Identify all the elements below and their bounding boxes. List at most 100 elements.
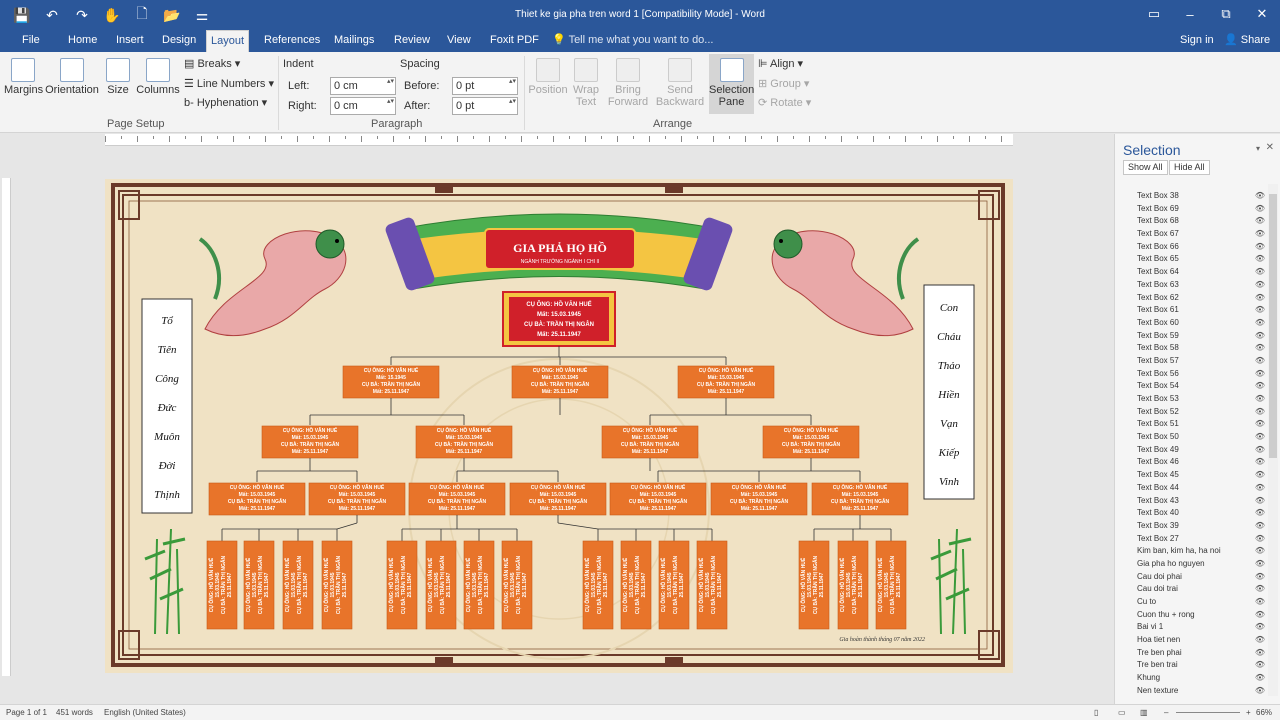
- tab-insert[interactable]: Insert: [112, 30, 148, 52]
- visibility-eye-icon[interactable]: 👁: [1255, 215, 1265, 228]
- zoom-out-icon[interactable]: –: [1164, 708, 1168, 717]
- visibility-eye-icon[interactable]: 👁: [1255, 596, 1265, 609]
- visibility-eye-icon[interactable]: 👁: [1255, 621, 1265, 634]
- maximize-button[interactable]: ⧉: [1208, 0, 1244, 28]
- visibility-eye-icon[interactable]: 👁: [1255, 342, 1265, 355]
- tab-foxit-pdf[interactable]: Foxit PDF: [486, 30, 543, 52]
- selection-list-item[interactable]: Tre ben phai 👁: [1115, 647, 1265, 660]
- selection-list-item[interactable]: Text Box 67 👁: [1115, 228, 1265, 241]
- selection-pane-button[interactable]: Selection Pane: [709, 54, 754, 114]
- zoom-level[interactable]: 66%: [1256, 708, 1272, 717]
- zoom-in-icon[interactable]: +: [1246, 708, 1251, 717]
- visibility-eye-icon[interactable]: 👁: [1255, 520, 1265, 533]
- tab-references[interactable]: References: [260, 30, 324, 52]
- rotate-button[interactable]: ⟳ Rotate ▾: [758, 96, 811, 109]
- visibility-eye-icon[interactable]: 👁: [1255, 406, 1265, 419]
- visibility-eye-icon[interactable]: 👁: [1255, 241, 1265, 254]
- sign-in-link[interactable]: Sign in: [1180, 34, 1214, 46]
- close-button[interactable]: ✕: [1244, 0, 1280, 28]
- tab-file[interactable]: File: [18, 30, 44, 52]
- selection-list-item[interactable]: Text Box 63 👁: [1115, 279, 1265, 292]
- word-count[interactable]: 451 words: [56, 708, 93, 717]
- line-numbers-button[interactable]: ☰ Line Numbers ▾: [184, 77, 274, 90]
- visibility-eye-icon[interactable]: 👁: [1255, 495, 1265, 508]
- visibility-eye-icon[interactable]: 👁: [1255, 647, 1265, 660]
- web-layout-icon[interactable]: ▥: [1140, 708, 1148, 717]
- selection-list-item[interactable]: Text Box 38 👁: [1115, 190, 1265, 203]
- visibility-eye-icon[interactable]: 👁: [1255, 456, 1265, 469]
- tab-design[interactable]: Design: [158, 30, 200, 52]
- selection-list-item[interactable]: Text Box 54 👁: [1115, 380, 1265, 393]
- visibility-eye-icon[interactable]: 👁: [1255, 558, 1265, 571]
- group-button[interactable]: ⊞ Group ▾: [758, 77, 809, 90]
- pane-scrollbar-thumb[interactable]: [1269, 194, 1277, 458]
- document-page[interactable]: GIA PHẢ HỌ HỒ NGÀNH TRƯỞNG NGÀNH I CHI I…: [105, 179, 1013, 673]
- visibility-eye-icon[interactable]: 👁: [1255, 685, 1265, 698]
- tab-home[interactable]: Home: [64, 30, 101, 52]
- selection-list-item[interactable]: Text Box 45 👁: [1115, 469, 1265, 482]
- selection-list-item[interactable]: Text Box 66 👁: [1115, 241, 1265, 254]
- selection-list-item[interactable]: Hoa tiet nen 👁: [1115, 634, 1265, 647]
- tab-layout[interactable]: Layout: [206, 30, 250, 52]
- ribbon-display-icon[interactable]: ▭: [1136, 0, 1172, 28]
- tab-view[interactable]: View: [443, 30, 475, 52]
- selection-list-item[interactable]: Text Box 51 👁: [1115, 418, 1265, 431]
- visibility-eye-icon[interactable]: 👁: [1255, 634, 1265, 647]
- visibility-eye-icon[interactable]: 👁: [1255, 469, 1265, 482]
- pane-close-icon[interactable]: ✕: [1266, 142, 1274, 153]
- margins-button[interactable]: Margins: [4, 58, 43, 96]
- selection-list-item[interactable]: Text Box 50 👁: [1115, 431, 1265, 444]
- selection-list-item[interactable]: Text Box 69 👁: [1115, 203, 1265, 216]
- position-button[interactable]: Position: [528, 58, 568, 96]
- visibility-eye-icon[interactable]: 👁: [1255, 571, 1265, 584]
- columns-button[interactable]: Columns: [136, 58, 180, 96]
- spacing-after-input[interactable]: 0 pt: [452, 97, 518, 115]
- tell-me-search[interactable]: 💡 Tell me what you want to do...: [552, 33, 713, 46]
- visibility-eye-icon[interactable]: 👁: [1255, 355, 1265, 368]
- tab-mailings[interactable]: Mailings: [330, 30, 378, 52]
- wrap-text-button[interactable]: Wrap Text: [570, 58, 602, 108]
- show-all-button[interactable]: Show All: [1123, 160, 1168, 175]
- selection-list-item[interactable]: Text Box 44 👁: [1115, 482, 1265, 495]
- visibility-eye-icon[interactable]: 👁: [1255, 253, 1265, 266]
- indent-right-input[interactable]: 0 cm: [330, 97, 396, 115]
- size-button[interactable]: Size: [104, 58, 132, 96]
- visibility-eye-icon[interactable]: 👁: [1255, 672, 1265, 685]
- page-count[interactable]: Page 1 of 1: [6, 708, 47, 717]
- breaks-button[interactable]: ▤ Breaks ▾: [184, 57, 240, 70]
- selection-list-item[interactable]: Text Box 39 👁: [1115, 520, 1265, 533]
- pane-options-icon[interactable]: ▾: [1256, 144, 1260, 153]
- indent-left-input[interactable]: 0 cm: [330, 77, 396, 95]
- zoom-slider[interactable]: [1176, 712, 1240, 713]
- visibility-eye-icon[interactable]: 👁: [1255, 203, 1265, 216]
- selection-list-item[interactable]: Cau doi phai 👁: [1115, 571, 1265, 584]
- selection-list-item[interactable]: Text Box 68 👁: [1115, 215, 1265, 228]
- selection-list-item[interactable]: Text Box 62 👁: [1115, 292, 1265, 305]
- selection-list-item[interactable]: Text Box 56 👁: [1115, 368, 1265, 381]
- selection-list-item[interactable]: Text Box 49 👁: [1115, 444, 1265, 457]
- visibility-eye-icon[interactable]: 👁: [1255, 368, 1265, 381]
- visibility-eye-icon[interactable]: 👁: [1255, 279, 1265, 292]
- read-mode-icon[interactable]: ▯: [1094, 708, 1098, 717]
- horizontal-ruler[interactable]: [105, 134, 1013, 146]
- visibility-eye-icon[interactable]: 👁: [1255, 545, 1265, 558]
- selection-list-item[interactable]: Cau doi trai 👁: [1115, 583, 1265, 596]
- hide-all-button[interactable]: Hide All: [1169, 160, 1210, 175]
- language-status[interactable]: English (United States): [104, 708, 186, 717]
- visibility-eye-icon[interactable]: 👁: [1255, 533, 1265, 546]
- tab-review[interactable]: Review: [390, 30, 434, 52]
- visibility-eye-icon[interactable]: 👁: [1255, 292, 1265, 305]
- vertical-ruler[interactable]: [2, 178, 11, 676]
- visibility-eye-icon[interactable]: 👁: [1255, 583, 1265, 596]
- selection-list-item[interactable]: Gia pha ho nguyen 👁: [1115, 558, 1265, 571]
- selection-list-item[interactable]: Bai vi 1 👁: [1115, 621, 1265, 634]
- selection-list-item[interactable]: Text Box 57 👁: [1115, 355, 1265, 368]
- selection-list-item[interactable]: Tre ben trai 👁: [1115, 659, 1265, 672]
- visibility-eye-icon[interactable]: 👁: [1255, 190, 1265, 203]
- selection-list-item[interactable]: Text Box 43 👁: [1115, 495, 1265, 508]
- visibility-eye-icon[interactable]: 👁: [1255, 317, 1265, 330]
- visibility-eye-icon[interactable]: 👁: [1255, 444, 1265, 457]
- selection-list-item[interactable]: Text Box 60 👁: [1115, 317, 1265, 330]
- visibility-eye-icon[interactable]: 👁: [1255, 482, 1265, 495]
- visibility-eye-icon[interactable]: 👁: [1255, 304, 1265, 317]
